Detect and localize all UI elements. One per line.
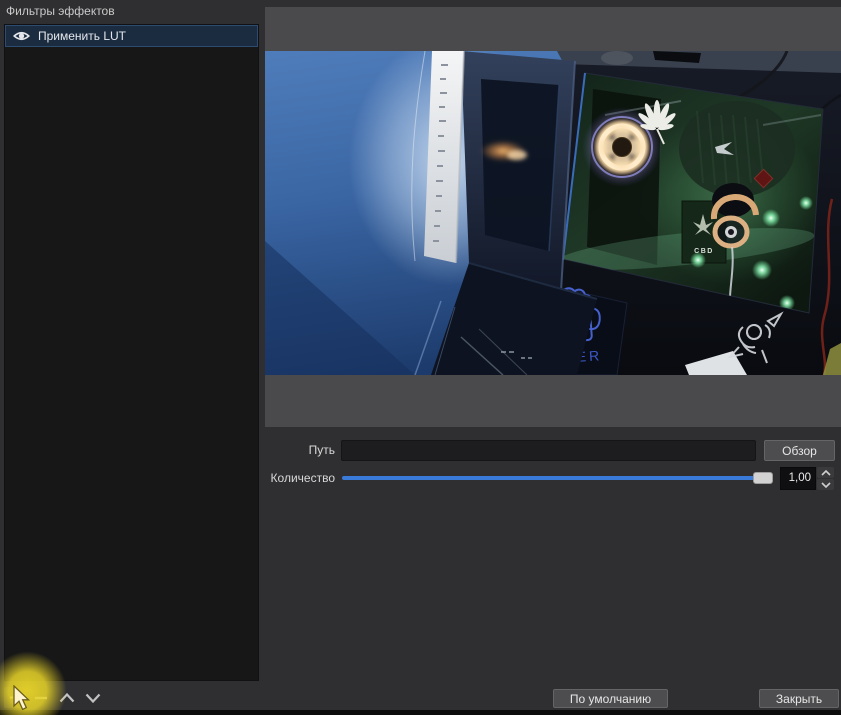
- slider-track[interactable]: [342, 476, 773, 480]
- minus-icon: [34, 696, 48, 700]
- filter-list[interactable]: Применить LUT: [4, 24, 259, 681]
- move-filter-up-button[interactable]: [56, 687, 78, 708]
- mouse-cursor-icon: [12, 685, 32, 712]
- defaults-button[interactable]: По умолчанию: [553, 689, 668, 708]
- chevron-up-icon: [821, 470, 831, 476]
- filter-item-label: Применить LUT: [38, 29, 126, 43]
- filter-list-item-apply-lut[interactable]: Применить LUT: [5, 25, 258, 47]
- remove-filter-button[interactable]: [30, 687, 52, 708]
- chevron-down-icon: [821, 482, 831, 488]
- path-label: Путь: [265, 443, 335, 457]
- amount-label: Количество: [265, 471, 335, 485]
- amount-slider[interactable]: [342, 471, 773, 485]
- amount-spin-down-button[interactable]: [817, 479, 834, 490]
- browse-button[interactable]: Обзор: [764, 440, 835, 461]
- filters-dialog: Фильтры эффектов Применить LUT: [0, 0, 841, 715]
- move-filter-down-button[interactable]: [82, 687, 104, 708]
- window-bottom-edge: [0, 710, 841, 715]
- slider-handle[interactable]: [753, 472, 773, 484]
- visibility-eye-icon[interactable]: [13, 30, 30, 42]
- chevron-down-icon: [85, 693, 101, 703]
- preview-video: CBD: [265, 51, 841, 375]
- preview-area: CBD: [265, 7, 841, 427]
- amount-spinbox: 1,00: [780, 467, 834, 490]
- filters-panel-title: Фильтры эффектов: [6, 4, 115, 18]
- amount-value[interactable]: 1,00: [780, 467, 816, 490]
- amount-spin-up-button[interactable]: [817, 467, 834, 478]
- close-button[interactable]: Закрыть: [759, 689, 839, 708]
- path-input[interactable]: [341, 440, 756, 461]
- chevron-up-icon: [59, 693, 75, 703]
